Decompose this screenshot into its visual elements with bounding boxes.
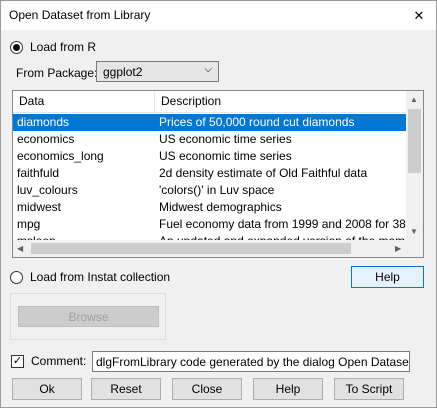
- dataset-name: faithfuld: [17, 166, 60, 180]
- to-script-button[interactable]: To Script: [334, 378, 404, 400]
- browse-button[interactable]: Browse: [18, 306, 159, 327]
- package-combobox[interactable]: ggplot2 ⌵: [96, 61, 219, 82]
- close-button-label: Close: [191, 382, 223, 396]
- listview-header: Data Description: [13, 91, 407, 113]
- dataset-description: Midwest demographics: [159, 200, 282, 214]
- help-button-label: Help: [375, 270, 400, 284]
- load-from-instat-label: Load from Instat collection: [30, 270, 171, 284]
- help-button-bottom[interactable]: Help: [253, 378, 323, 400]
- dataset-name: mpg: [17, 217, 41, 231]
- close-icon: ✕: [413, 7, 425, 23]
- dataset-description: 'colors()' in Luv space: [159, 183, 275, 197]
- dataset-row-economics[interactable]: economics US economic time series: [13, 131, 407, 148]
- reset-button[interactable]: Reset: [91, 378, 161, 400]
- radio-unselected-icon: [10, 270, 23, 284]
- dataset-row-luv-colours[interactable]: luv_colours 'colors()' in Luv space: [13, 182, 407, 199]
- datasets-listview[interactable]: Data Description diamonds Prices of 50,0…: [12, 90, 424, 258]
- dataset-row-midwest[interactable]: midwest Midwest demographics: [13, 199, 407, 216]
- scroll-down-arrow-icon[interactable]: ▼: [410, 227, 418, 236]
- dataset-description: Fuel economy data from 1999 and 2008 for…: [159, 217, 406, 231]
- title-bar: Open Dataset from Library ✕: [1, 1, 436, 30]
- to-script-button-label: To Script: [345, 382, 393, 396]
- dataset-description: Prices of 50,000 round cut diamonds: [159, 115, 355, 129]
- scroll-up-arrow-icon[interactable]: ▲: [410, 95, 418, 104]
- scroll-left-arrow-icon[interactable]: ◀: [17, 244, 23, 253]
- reset-button-label: Reset: [110, 382, 142, 396]
- dataset-row-faithfuld[interactable]: faithfuld 2d density estimate of Old Fai…: [13, 165, 407, 182]
- ok-button-label: Ok: [39, 382, 55, 396]
- help-button-top[interactable]: Help: [351, 266, 424, 288]
- comment-checkbox[interactable]: ✓ Comment:: [11, 354, 86, 368]
- horizontal-scrollbar[interactable]: ◀ ▶: [13, 240, 406, 257]
- column-header-data[interactable]: Data: [19, 94, 44, 108]
- close-button[interactable]: Close: [172, 378, 242, 400]
- dataset-name: midwest: [17, 200, 62, 214]
- dataset-description: US economic time series: [159, 149, 292, 163]
- dataset-name: economics: [17, 132, 75, 146]
- dataset-description: US economic time series: [159, 132, 292, 146]
- load-from-r-radio[interactable]: Load from R: [10, 40, 96, 54]
- horizontal-scroll-thumb[interactable]: [31, 243, 351, 254]
- dataset-row-mpg[interactable]: mpg Fuel economy data from 1999 and 2008…: [13, 216, 407, 233]
- help-button-bottom-label: Help: [275, 382, 301, 396]
- dialog-window: Open Dataset from Library ✕ Load from R …: [0, 0, 437, 408]
- vertical-scrollbar[interactable]: ▲ ▼: [406, 91, 423, 240]
- scroll-right-arrow-icon[interactable]: ▶: [395, 244, 401, 253]
- vertical-scroll-thumb[interactable]: [408, 109, 421, 173]
- from-package-label: From Package:: [16, 66, 98, 80]
- package-combobox-value: ggplot2: [103, 65, 143, 79]
- load-from-r-label: Load from R: [30, 40, 97, 54]
- dataset-name: luv_colours: [17, 183, 78, 197]
- dataset-row-economics-long[interactable]: economics_long US economic time series: [13, 148, 407, 165]
- load-from-instat-radio[interactable]: Load from Instat collection: [10, 270, 170, 284]
- radio-selected-icon: [10, 40, 23, 54]
- column-header-description[interactable]: Description: [161, 94, 221, 108]
- dataset-name: diamonds: [17, 115, 70, 129]
- chevron-down-icon: ⌵: [204, 64, 212, 75]
- checkmark-icon: ✓: [11, 354, 24, 368]
- comment-label: Comment:: [31, 354, 87, 368]
- window-title: Open Dataset from Library: [9, 8, 151, 22]
- ok-button[interactable]: Ok: [12, 378, 82, 400]
- dataset-name: economics_long: [17, 149, 104, 163]
- comment-text: dlgFromLibrary code generated by the dia…: [96, 355, 410, 369]
- comment-textbox[interactable]: dlgFromLibrary code generated by the dia…: [92, 351, 410, 372]
- browse-button-label: Browse: [68, 309, 109, 324]
- scroll-corner: [406, 240, 423, 257]
- close-window-button[interactable]: ✕: [402, 1, 436, 30]
- dataset-description: 2d density estimate of Old Faithful data: [159, 166, 368, 180]
- dataset-row-diamonds[interactable]: diamonds Prices of 50,000 round cut diam…: [13, 114, 407, 131]
